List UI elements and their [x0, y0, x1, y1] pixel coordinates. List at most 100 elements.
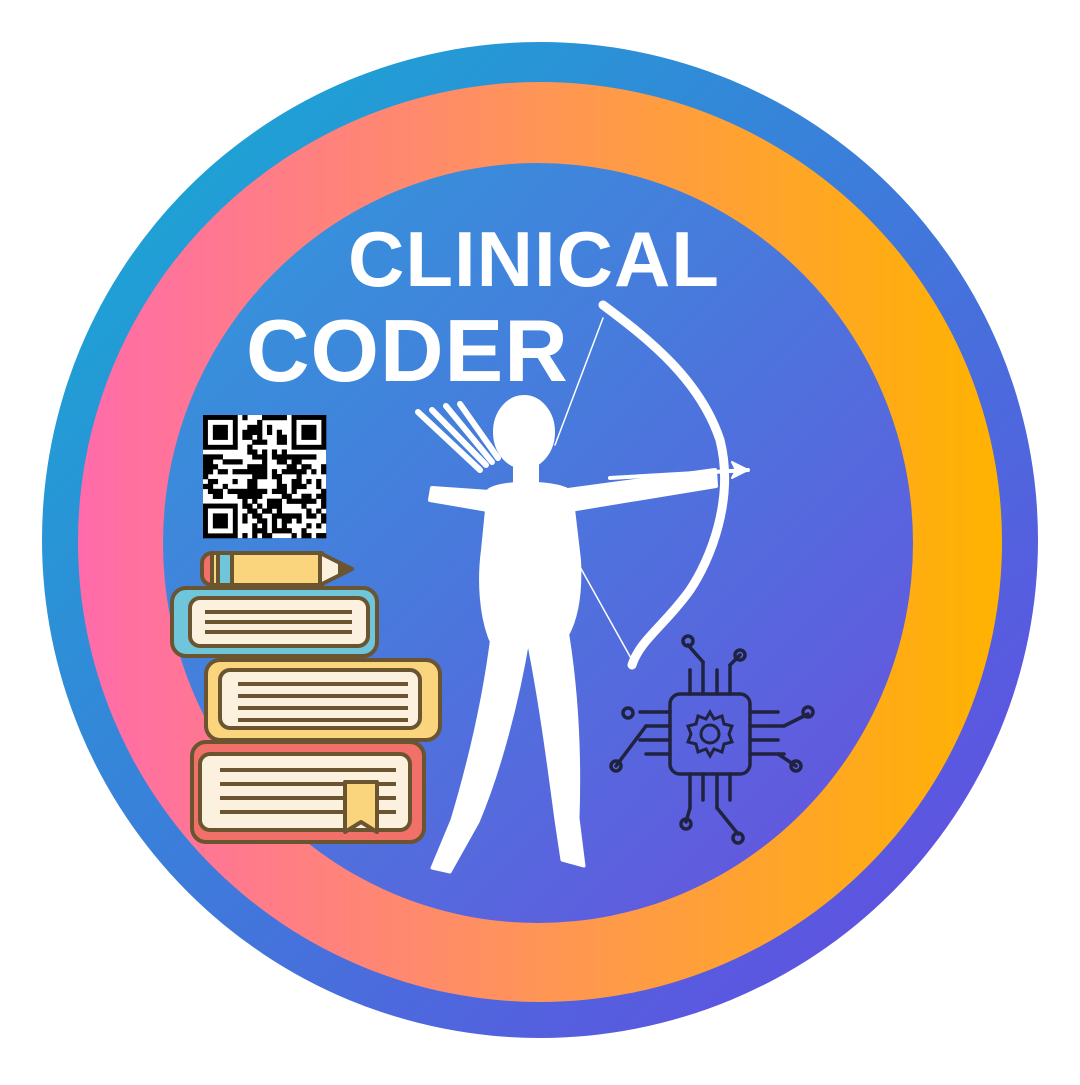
qr-module — [217, 469, 223, 475]
qr-module — [242, 498, 248, 504]
qr-module — [232, 469, 238, 475]
qr-module — [252, 498, 258, 504]
qr-module — [296, 513, 302, 519]
qr-module — [227, 459, 233, 465]
qr-module — [247, 449, 253, 455]
qr-module — [247, 444, 253, 450]
qr-module — [252, 493, 258, 499]
qr-module — [281, 415, 287, 421]
qr-module — [262, 533, 268, 539]
qr-module — [276, 528, 283, 534]
qr-module — [306, 533, 312, 539]
qr-module — [291, 469, 297, 475]
qr-module — [306, 464, 312, 470]
qr-module — [286, 498, 292, 504]
qr-module — [247, 478, 253, 485]
qr-module — [252, 454, 258, 460]
qr-module — [306, 478, 312, 485]
qr-module — [232, 478, 238, 485]
qr-module — [257, 503, 263, 509]
qr-module — [222, 469, 228, 475]
qr-module — [316, 493, 322, 499]
qr-module — [252, 474, 258, 480]
qr-module — [257, 424, 263, 431]
qr-module — [276, 459, 283, 465]
qr-module — [291, 488, 297, 495]
qr-module — [262, 469, 268, 475]
qr-module — [266, 424, 273, 431]
qr-module — [266, 503, 273, 509]
qr-module — [252, 424, 258, 431]
qr-module — [257, 474, 263, 480]
qr-module — [242, 513, 248, 519]
qr-module — [217, 454, 223, 460]
qr-module — [321, 533, 327, 539]
qr-module — [252, 513, 258, 519]
qr-module — [306, 508, 312, 514]
qr-module — [321, 518, 327, 524]
qr-module — [247, 488, 253, 495]
qr-module — [262, 459, 268, 465]
qr-module — [301, 464, 307, 470]
qr-module — [271, 454, 278, 460]
qr-module — [276, 503, 283, 509]
qr-module — [296, 469, 302, 475]
qr-module — [242, 503, 248, 509]
qr-module — [306, 493, 312, 499]
qr-module — [237, 493, 243, 499]
qr-module — [271, 518, 278, 524]
qr-module — [247, 503, 253, 509]
qr-module — [252, 439, 258, 445]
qr-module — [252, 478, 258, 485]
qr-module — [262, 474, 268, 480]
qr-module — [232, 488, 238, 495]
qr-module — [212, 513, 228, 529]
qr-module — [237, 488, 243, 495]
qr-module — [203, 469, 209, 475]
qr-module — [286, 493, 292, 499]
qr-module — [271, 469, 278, 475]
qr-module — [291, 498, 297, 504]
qr-module — [247, 429, 253, 435]
qr-module — [291, 513, 297, 519]
qr-module — [207, 454, 214, 460]
qr-module — [212, 464, 219, 470]
qr-module — [281, 523, 287, 529]
qr-module — [301, 493, 307, 499]
qr-module — [321, 493, 327, 499]
qr-module — [257, 439, 263, 445]
qr-module — [207, 483, 214, 490]
qr-module — [242, 488, 248, 495]
qr-module — [281, 434, 287, 440]
qr-module — [212, 478, 219, 485]
qr-module — [321, 464, 327, 470]
qr-module — [257, 488, 263, 495]
qr-module — [286, 513, 292, 519]
qr-module — [291, 533, 297, 539]
qr-module — [237, 469, 243, 475]
qr-module — [252, 533, 258, 539]
qr-module — [296, 518, 302, 524]
qr-module — [247, 424, 253, 431]
qr-module — [247, 493, 253, 499]
qr-module — [276, 429, 283, 435]
qr-module — [271, 498, 278, 504]
qr-module — [291, 483, 297, 490]
qr-module — [286, 454, 292, 460]
qr-module — [271, 449, 278, 455]
qr-code-icon — [203, 415, 327, 539]
qr-module — [247, 464, 253, 470]
qr-module — [271, 488, 278, 495]
qr-module — [306, 513, 312, 519]
qr-module — [276, 483, 283, 490]
qr-module — [203, 459, 209, 465]
qr-module — [301, 533, 307, 539]
qr-module — [276, 454, 283, 460]
qr-module — [227, 488, 233, 495]
qr-module — [203, 454, 209, 460]
qr-module — [257, 419, 263, 426]
qr-module — [271, 474, 278, 480]
title-coder: CODER — [246, 301, 569, 400]
qr-module — [207, 469, 214, 475]
qr-module — [296, 474, 302, 480]
